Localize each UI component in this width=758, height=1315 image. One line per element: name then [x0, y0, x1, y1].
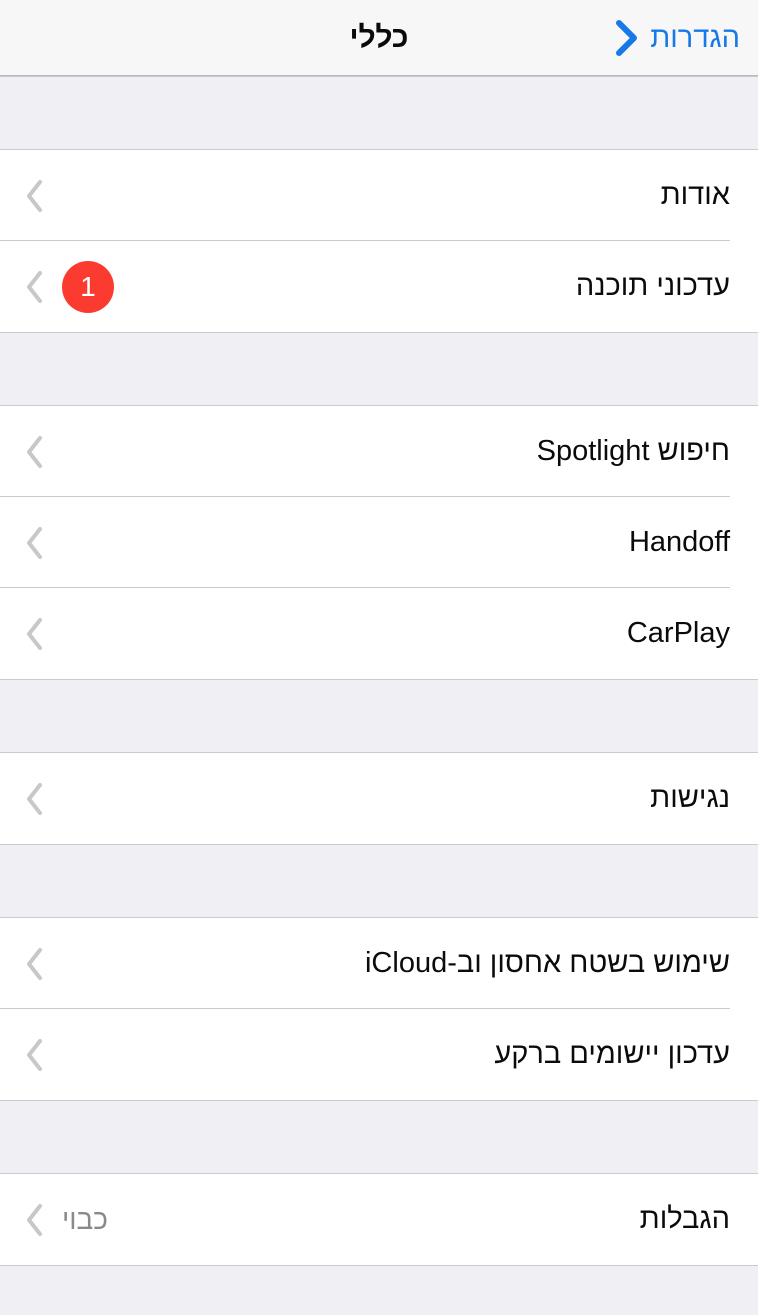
row-accessory	[24, 433, 46, 471]
page-title: כללי	[349, 23, 408, 53]
row-accessory	[24, 1036, 46, 1074]
back-button-label: הגדרות	[650, 24, 740, 53]
section-gap-bottom	[0, 1265, 758, 1315]
row-storage-and-icloud-usage[interactable]: שימוש בשטח אחסון וב-iCloud	[0, 918, 758, 1009]
row-label: אודות	[661, 181, 730, 210]
chevron-left-icon	[24, 177, 46, 215]
section-gap	[0, 679, 758, 753]
row-accessory	[24, 615, 46, 653]
row-software-update[interactable]: עדכוני תוכנה 1	[0, 241, 758, 332]
row-value: כבוי	[62, 1206, 108, 1234]
row-label: נגישות	[650, 784, 730, 813]
chevron-left-icon	[24, 433, 46, 471]
chevron-left-icon	[24, 1036, 46, 1074]
row-accessory: 1	[24, 261, 114, 313]
status-badge: 1	[62, 261, 114, 313]
row-accessory	[24, 177, 46, 215]
row-label: CarPlay	[627, 619, 730, 648]
row-restrictions[interactable]: הגבלות כבוי	[0, 1174, 758, 1265]
row-spotlight-search[interactable]: חיפוש Spotlight	[0, 406, 758, 497]
restrictions-section: הגבלות כבוי	[0, 1174, 758, 1265]
chevron-left-icon	[24, 524, 46, 562]
settings-groups: אודות עדכוני תוכנה 1 חיפוש Spotlight Handoff…	[0, 150, 758, 1265]
row-label: הגבלות	[640, 1205, 730, 1234]
row-carplay[interactable]: CarPlay	[0, 588, 758, 679]
chevron-right-icon	[614, 18, 640, 58]
settings-list: אודות עדכוני תוכנה 1 חיפוש Spotlight Handoff…	[0, 76, 758, 1315]
row-accessory	[24, 524, 46, 562]
row-background-app-refresh[interactable]: עדכון יישומים ברקע	[0, 1009, 758, 1100]
row-accessory	[24, 945, 46, 983]
row-accessibility[interactable]: נגישות	[0, 753, 758, 844]
row-accessory	[24, 780, 46, 818]
chevron-left-icon	[24, 780, 46, 818]
row-label: עדכוני תוכנה	[576, 272, 730, 301]
navigation-bar: הגדרות כללי	[0, 0, 758, 76]
row-label: שימוש בשטח אחסון וב-iCloud	[365, 949, 730, 978]
back-button-settings[interactable]: הגדרות	[610, 0, 744, 76]
row-label: עדכון יישומים ברקע	[494, 1040, 730, 1069]
chevron-left-icon	[24, 615, 46, 653]
row-accessory: כבוי	[24, 1201, 108, 1239]
row-about[interactable]: אודות	[0, 150, 758, 241]
row-handoff[interactable]: Handoff	[0, 497, 758, 588]
storage-section: שימוש בשטח אחסון וב-iCloud עדכון יישומים …	[0, 918, 758, 1100]
section-gap	[0, 332, 758, 406]
chevron-left-icon	[24, 945, 46, 983]
section-gap-top	[0, 76, 758, 150]
about-section: אודות עדכוני תוכנה 1	[0, 150, 758, 332]
section-gap	[0, 1100, 758, 1174]
accessibility-section: נגישות	[0, 753, 758, 844]
chevron-left-icon	[24, 268, 46, 306]
row-label: חיפוש Spotlight	[537, 437, 730, 466]
row-label: Handoff	[629, 528, 730, 557]
section-gap	[0, 844, 758, 918]
chevron-left-icon	[24, 1201, 46, 1239]
search-handoff-section: חיפוש Spotlight Handoff CarPlay	[0, 406, 758, 679]
